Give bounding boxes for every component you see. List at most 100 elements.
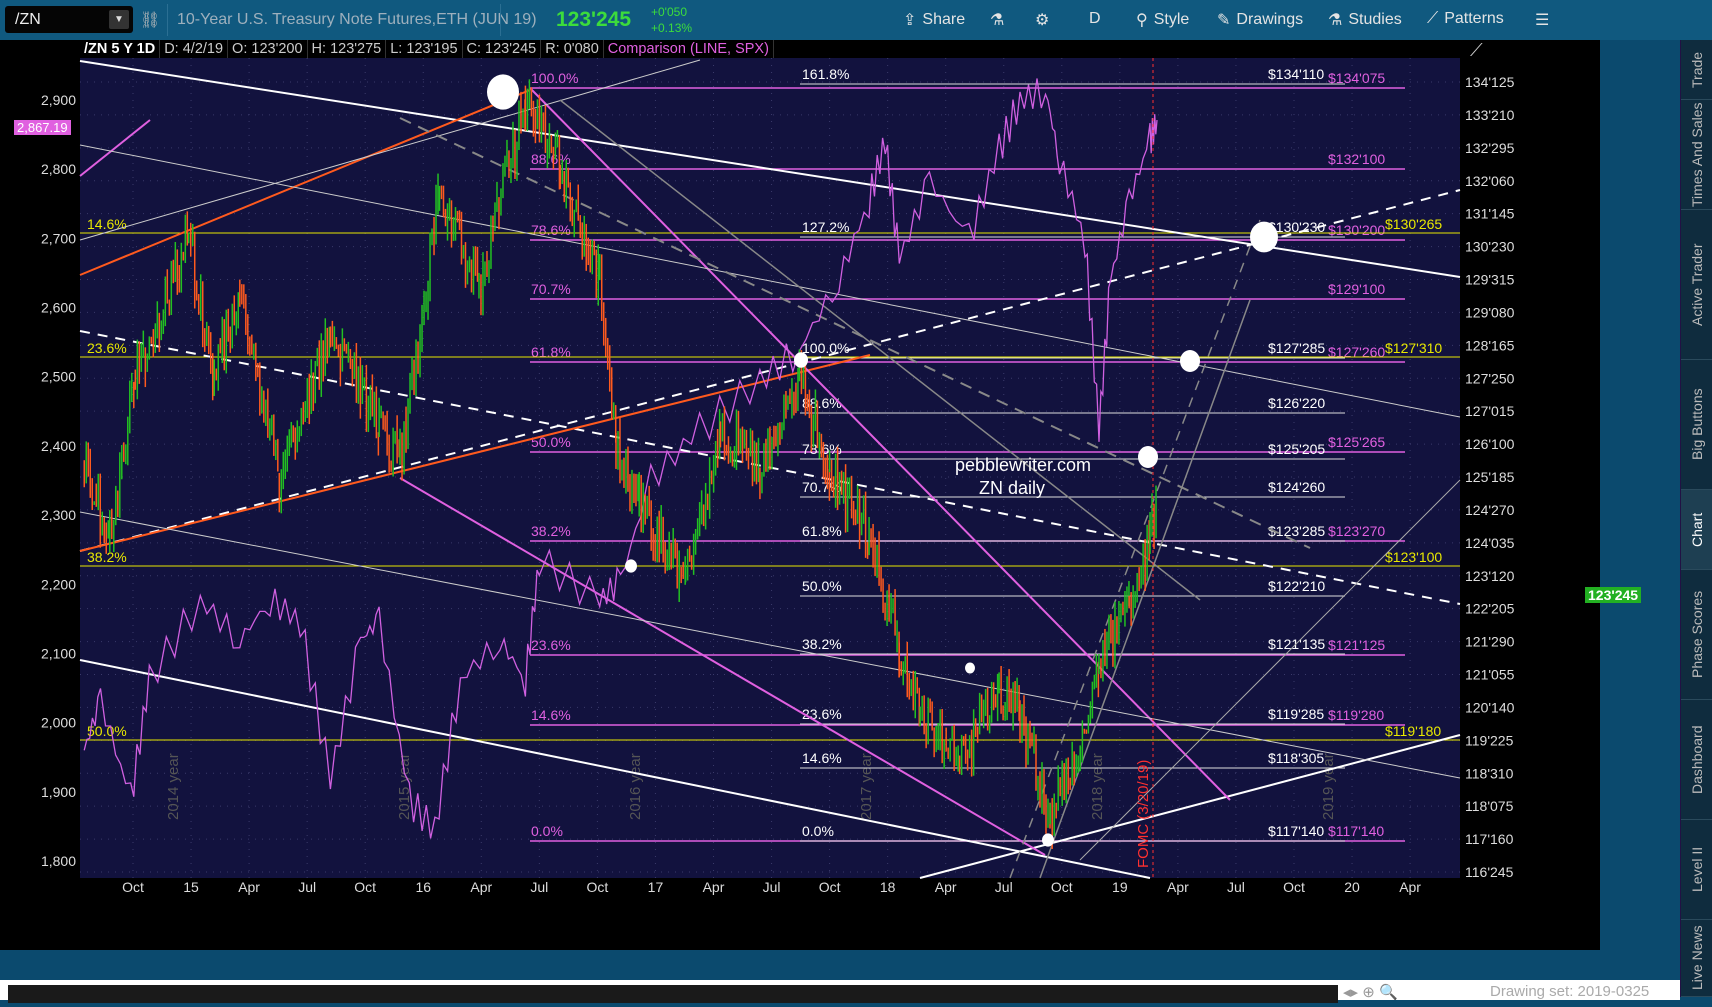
x-axis-tick: Oct [1051, 879, 1073, 895]
fib-white-pct: 50.0% [802, 578, 842, 594]
top-toolbar: /ZN ▼ ⛓ 10-Year U.S. Treasury Note Future… [0, 0, 1712, 40]
symbol-text: /ZN [15, 11, 41, 28]
fib-pink-price: $119'280 [1328, 707, 1384, 723]
chart-scrollbar[interactable] [8, 985, 1338, 1003]
fib-pink-price: $129'100 [1328, 281, 1385, 297]
right-axis-tick: 122'205 [1465, 601, 1515, 617]
fomc-label: FOMC (3/20/19) [1135, 760, 1152, 868]
pivot-marker [1138, 446, 1158, 468]
x-axis-tick: 18 [880, 879, 896, 895]
pivot-marker [625, 559, 637, 573]
fib-white-price: $117'140 [1268, 823, 1324, 839]
sidebar-tab-big-buttons[interactable]: Big Buttons [1681, 360, 1712, 490]
sidebar-tab-dashboard[interactable]: Dashboard [1681, 700, 1712, 820]
pivot-marker [1042, 833, 1054, 847]
x-axis-tick: Apr [935, 879, 957, 895]
sidebar-tab-active-trader[interactable]: Active Trader [1681, 210, 1712, 360]
left-axis-tick: 2,600 [41, 300, 76, 316]
share-button[interactable]: ⇪ Share [903, 10, 965, 30]
last-price: 123'245 [556, 8, 632, 31]
right-axis-tick: 120'140 [1465, 699, 1515, 715]
right-sidebar: Trade Times And Sales Active Trader Big But… [1680, 40, 1712, 997]
settings-button[interactable]: ⚙ [1035, 10, 1049, 30]
pivot-marker [1180, 350, 1200, 372]
sidebar-tab-trade[interactable]: Trade [1681, 40, 1712, 100]
flask-icon: ⚗ [990, 12, 1005, 29]
info-close: C: 123'245 [463, 40, 542, 58]
fib-white-pct: 14.6% [802, 750, 842, 766]
left-axis-tick: 2,000 [41, 715, 76, 731]
x-axis-tick: Apr [1167, 879, 1189, 895]
style-icon: ⚲ [1136, 12, 1148, 29]
fib-white-pct: 61.8% [802, 523, 842, 539]
drawing-set-label[interactable]: Drawing set: 2019-0325 [1490, 983, 1649, 1000]
fib-pink-price: $130'200 [1328, 222, 1385, 238]
zoom-controls[interactable]: ◂▸ ⊕ 🔍 [1343, 983, 1398, 1001]
right-axis-tick: 128'165 [1465, 337, 1515, 353]
info-range: R: 0'080 [541, 40, 604, 58]
fib-pink-pct: 100.0% [531, 70, 578, 86]
fib-white-pct: 23.6% [802, 706, 842, 722]
patterns-button[interactable]: ⟋ Patterns [1427, 10, 1504, 28]
fib-white-price: $118'305 [1268, 750, 1324, 766]
fib-pink-price: $123'270 [1328, 523, 1385, 539]
style-button[interactable]: ⚲ Style [1136, 10, 1189, 30]
right-axis-tick: 117'160 [1465, 831, 1514, 847]
watermark-site: pebblewriter.com [955, 455, 1091, 475]
left-axis-tick: 2,400 [41, 438, 76, 454]
chevron-down-icon[interactable]: ▼ [109, 10, 129, 29]
right-axis-tick: 133'210 [1465, 107, 1515, 123]
pivot-marker [487, 74, 519, 110]
info-open: O: 123'200 [228, 40, 308, 58]
studies-button[interactable]: ⚗ Studies [1328, 10, 1402, 30]
fib-white-price: $123'285 [1268, 523, 1325, 539]
fib-white-price: $125'205 [1268, 441, 1325, 457]
sidebar-tab-live-news[interactable]: Live News [1681, 920, 1712, 997]
fib-pink-pct: 61.8% [531, 344, 571, 360]
pencil-icon: ✎ [1217, 12, 1231, 29]
fib-white-price: $127'285 [1268, 340, 1325, 356]
sidebar-tab-level-ii[interactable]: Level II [1681, 820, 1712, 920]
current-price-badge: 123'245 [1585, 587, 1642, 603]
right-axis-tick: 127'250 [1465, 370, 1515, 386]
sidebar-tab-chart[interactable]: Chart [1681, 490, 1712, 570]
left-axis-tick: 2,200 [41, 576, 76, 592]
pivot-marker [794, 352, 808, 368]
left-axis-tick: 1,800 [41, 853, 76, 869]
watermark-subtitle: ZN daily [979, 478, 1045, 498]
year-watermark: 2015 year [396, 753, 413, 820]
x-axis-tick: Jul [298, 879, 316, 895]
flask-button[interactable]: ⚗ [990, 10, 1004, 30]
price-chart[interactable]: 134'125 133'210 132'295 132'060 131'145 130'2… [0, 40, 1600, 950]
comparison-label[interactable]: Comparison (LINE, SPX) [604, 40, 774, 58]
year-watermark: 2014 year [165, 753, 182, 820]
x-axis-tick: Jul [1227, 879, 1245, 895]
sidebar-tab-times-and-sales[interactable]: Times And Sales [1681, 100, 1712, 210]
left-axis-tick: 2,100 [41, 645, 76, 661]
gear-icon: ⚙ [1035, 12, 1050, 29]
drawings-button[interactable]: ✎ Drawings [1217, 10, 1303, 30]
right-axis-tick: 124'270 [1465, 502, 1515, 518]
flask-icon: ⚗ [1328, 12, 1343, 29]
link-icon[interactable]: ⛓ [140, 10, 160, 30]
fib-white-price: $124'260 [1268, 479, 1325, 495]
left-axis-tick: 1,900 [41, 784, 76, 800]
fib-white-pct: 0.0% [802, 823, 834, 839]
aggregation-button[interactable]: D [1089, 10, 1101, 28]
info-high: H: 123'275 [308, 40, 387, 58]
fib-yellow-pct: 14.6% [87, 216, 127, 232]
right-axis-tick: 124'035 [1465, 535, 1515, 551]
symbol-selector[interactable]: /ZN ▼ [5, 6, 133, 33]
sidebar-tab-phase-scores[interactable]: Phase Scores [1681, 570, 1712, 700]
menu-button[interactable]: ☰ [1535, 10, 1549, 30]
year-watermark: 2016 year [627, 753, 644, 820]
info-date: D: 4/2/19 [160, 40, 229, 58]
x-axis-tick: Apr [703, 879, 725, 895]
fib-pink-price: $125'265 [1328, 434, 1385, 450]
x-axis-tick: Oct [1283, 879, 1305, 895]
fib-pink-pct: 78.6% [531, 222, 571, 238]
chart-area[interactable]: 134'125 133'210 132'295 132'060 131'145 130'2… [0, 40, 1600, 950]
fib-white-pct: 100.0% [802, 340, 849, 356]
right-axis-tick: 121'055 [1465, 667, 1515, 683]
fib-pink-pct: 23.6% [531, 637, 571, 653]
